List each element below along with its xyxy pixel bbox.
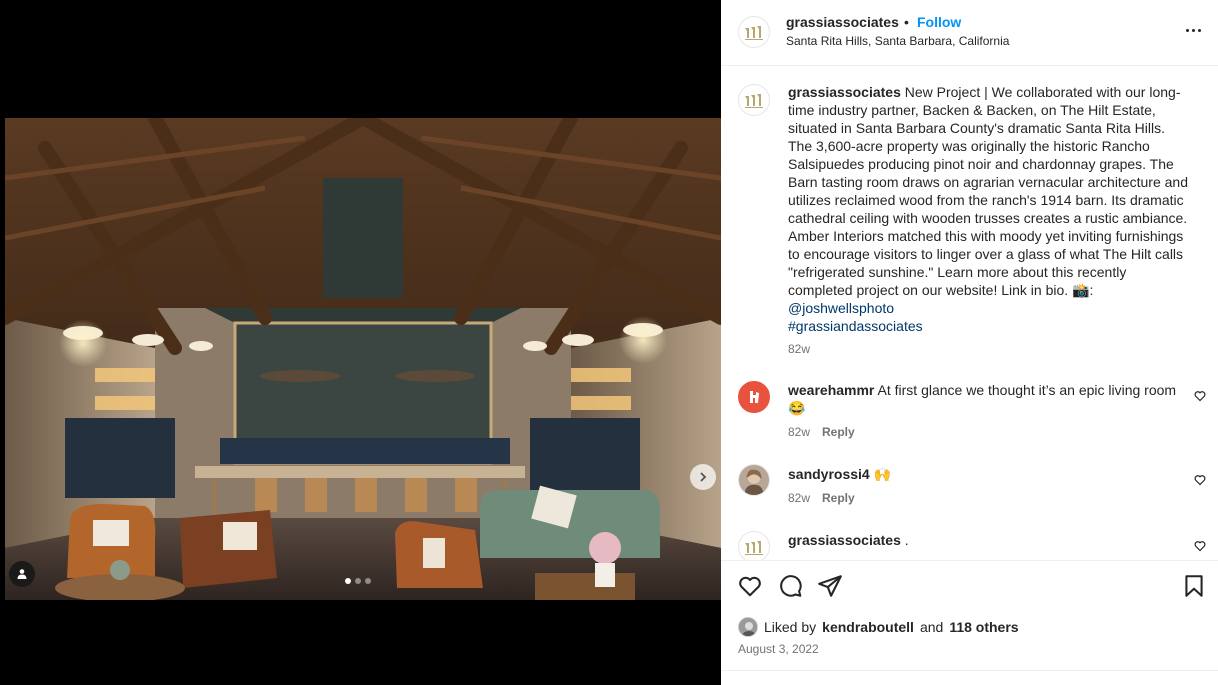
post-username[interactable]: grassiassociates bbox=[786, 14, 899, 30]
post-media-area bbox=[0, 0, 721, 685]
post-location[interactable]: Santa Rita Hills, Santa Barbara, Califor… bbox=[786, 34, 1009, 48]
reply-button[interactable]: Reply bbox=[822, 425, 855, 439]
post-date[interactable]: August 3, 2022 bbox=[738, 642, 819, 656]
carousel-dot-1 bbox=[345, 578, 351, 584]
reply-button[interactable]: Reply bbox=[822, 491, 855, 505]
tagged-users-button[interactable] bbox=[9, 561, 35, 587]
comment-meta: 82w Reply bbox=[788, 491, 855, 505]
grassi-logo-icon bbox=[745, 26, 763, 40]
more-dot bbox=[1185, 28, 1189, 32]
grassi-logo-icon bbox=[745, 94, 763, 108]
caption-meta: 82w bbox=[788, 342, 810, 356]
comment-body: grassiassociates . bbox=[788, 531, 1192, 549]
account-avatar[interactable] bbox=[738, 16, 770, 48]
carousel-indicator bbox=[345, 578, 371, 584]
comment-like-heart-icon[interactable] bbox=[1194, 390, 1206, 402]
liked-by-prefix: Liked by bbox=[764, 619, 817, 635]
comment-body: sandyrossi4 🙌 bbox=[788, 465, 1192, 483]
more-options-icon[interactable] bbox=[1183, 20, 1203, 40]
likes-summary: Liked by kendraboutell and 118 others bbox=[738, 617, 1019, 637]
profile-photo-icon bbox=[744, 469, 764, 495]
commenter-avatar-sandyrossi4[interactable] bbox=[738, 464, 770, 496]
post-caption: grassiassociates New Project | We collab… bbox=[788, 83, 1192, 335]
comment-age[interactable]: 82w bbox=[788, 425, 810, 439]
carousel-next-button[interactable] bbox=[690, 464, 716, 490]
hammr-logo-icon bbox=[750, 391, 759, 403]
comment-like-heart-icon[interactable] bbox=[1194, 540, 1206, 552]
comment-icon[interactable] bbox=[777, 573, 803, 599]
separator-dot: • bbox=[904, 14, 909, 30]
comments-list[interactable]: grassiassociates New Project | We collab… bbox=[721, 67, 1218, 560]
caption-text: New Project | We collaborated with our l… bbox=[788, 84, 1188, 298]
carousel-dot-3 bbox=[365, 578, 371, 584]
follow-button[interactable]: Follow bbox=[917, 14, 961, 30]
likes-others-link[interactable]: 118 others bbox=[949, 619, 1018, 635]
user-tag-icon bbox=[17, 569, 27, 579]
heart-icon[interactable] bbox=[737, 573, 763, 599]
add-comment-bar[interactable] bbox=[721, 670, 1218, 685]
more-dot bbox=[1191, 28, 1195, 32]
comment-text: 🙌 bbox=[873, 466, 892, 482]
comment-text: . bbox=[904, 532, 909, 548]
carousel-dot-2 bbox=[355, 578, 361, 584]
post-side-panel: grassiassociates • Follow Santa Rita Hil… bbox=[721, 0, 1218, 685]
chevron-right-icon bbox=[700, 472, 707, 482]
comment-username[interactable]: sandyrossi4 bbox=[788, 466, 870, 482]
grassi-logo-icon bbox=[745, 541, 763, 555]
comment-like-heart-icon[interactable] bbox=[1194, 474, 1206, 486]
comment-body: wearehammr At first glance we thought it… bbox=[788, 381, 1192, 417]
commenter-avatar-wearehammr[interactable] bbox=[738, 381, 770, 413]
bookmark-icon[interactable] bbox=[1181, 573, 1207, 599]
caption-hashtag[interactable]: #grassiandassociates bbox=[788, 318, 923, 334]
share-icon[interactable] bbox=[817, 573, 843, 599]
barn-interior-image bbox=[5, 118, 721, 600]
comment-username[interactable]: wearehammr bbox=[788, 382, 874, 398]
profile-photo-icon bbox=[739, 618, 757, 636]
caption-avatar[interactable] bbox=[738, 84, 770, 116]
comment-age[interactable]: 82w bbox=[788, 491, 810, 505]
caption-age[interactable]: 82w bbox=[788, 342, 810, 356]
post-header: grassiassociates • Follow Santa Rita Hil… bbox=[721, 0, 1218, 66]
comment-meta: 82w Reply bbox=[788, 425, 855, 439]
post-actions-footer: Liked by kendraboutell and 118 others Au… bbox=[721, 560, 1218, 685]
post-photo-barn-interior[interactable] bbox=[5, 118, 721, 600]
caption-mention[interactable]: @joshwellsphoto bbox=[788, 300, 894, 316]
liker-avatar[interactable] bbox=[738, 617, 758, 637]
more-dot bbox=[1197, 28, 1201, 32]
liked-by-and: and bbox=[919, 619, 944, 635]
caption-username[interactable]: grassiassociates bbox=[788, 84, 901, 100]
comment-username[interactable]: grassiassociates bbox=[788, 532, 901, 548]
commenter-avatar-grassiassociates[interactable] bbox=[738, 531, 770, 560]
liker-username[interactable]: kendraboutell bbox=[822, 619, 914, 635]
